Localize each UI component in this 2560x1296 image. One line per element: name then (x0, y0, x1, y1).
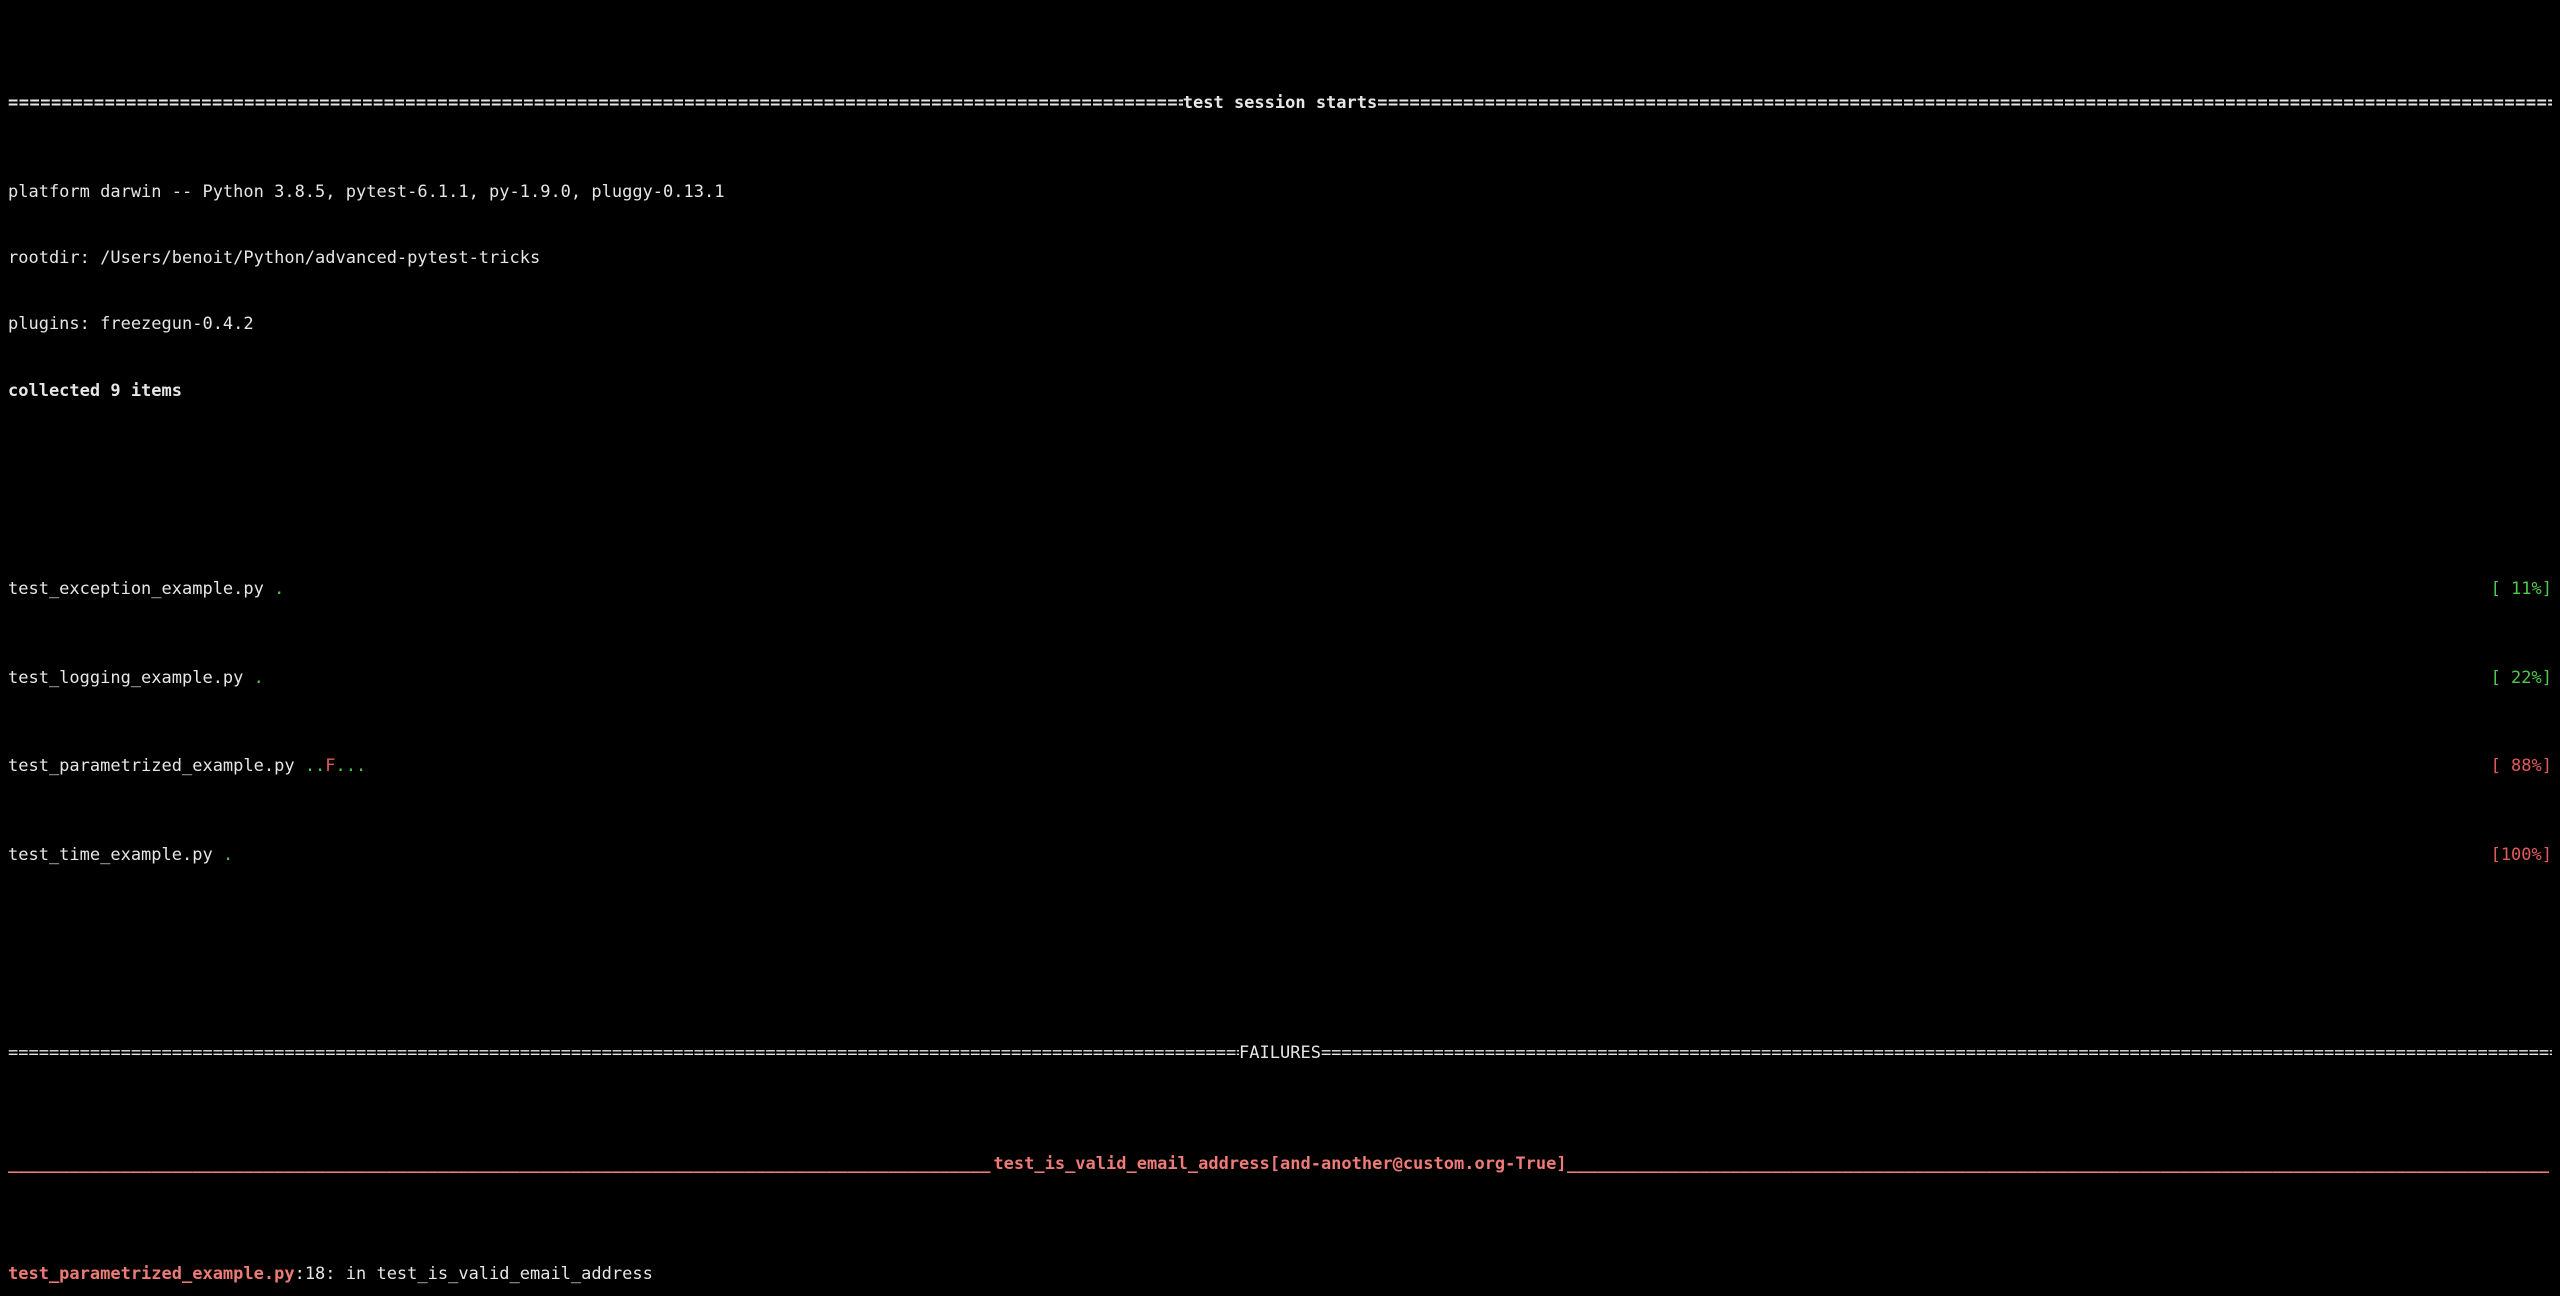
section-session-start: ========================================… (8, 92, 2552, 114)
failure-test-name: test_is_valid_email_address[and-another@… (993, 1153, 1566, 1175)
dots-pass: .. (305, 756, 325, 776)
dots-fail: F (325, 756, 335, 776)
dots-pass: . (223, 845, 233, 865)
dots-pass: . (254, 668, 264, 688)
traceback-location: test_parametrized_example.py:18: in test… (8, 1263, 2552, 1285)
test-file-name: test_parametrized_example.py (8, 756, 305, 776)
test-file-row: test_parametrized_example.py ..F... [ 88… (8, 755, 2552, 777)
terminal-output: ========================================… (0, 0, 2560, 1296)
dots-pass: . (274, 579, 284, 599)
rule-left: ========================================… (8, 92, 1183, 114)
progress-pct: [ 22%] (2483, 667, 2552, 689)
rule-right: ________________________________________… (1567, 1153, 2552, 1175)
blank-line (8, 468, 2552, 490)
test-file-row: test_exception_example.py . [ 11%] (8, 578, 2552, 600)
progress-pct: [ 88%] (2483, 755, 2552, 777)
test-file-name: test_exception_example.py (8, 579, 274, 599)
progress-pct: [100%] (2483, 844, 2552, 866)
blank-line (8, 932, 2552, 954)
rule-left: ________________________________________… (8, 1153, 993, 1175)
dots-tail: ... (336, 756, 367, 776)
rule-right: ========================================… (1377, 92, 2552, 114)
collected-line: collected 9 items (8, 380, 2552, 402)
tb-rest: :18: in test_is_valid_email_address (295, 1264, 653, 1284)
plugins-line: plugins: freezegun-0.4.2 (8, 313, 2552, 335)
section-title: test session starts (1183, 92, 1377, 114)
section-failures: ========================================… (8, 1042, 2552, 1064)
test-file-row: test_time_example.py . [100%] (8, 844, 2552, 866)
tb-file: test_parametrized_example.py (8, 1264, 295, 1284)
platform-line: platform darwin -- Python 3.8.5, pytest-… (8, 181, 2552, 203)
failure-title-line: ________________________________________… (8, 1153, 2552, 1175)
test-file-row: test_logging_example.py . [ 22%] (8, 667, 2552, 689)
progress-pct: [ 11%] (2483, 578, 2552, 600)
section-title: FAILURES (1239, 1042, 1321, 1064)
test-file-name: test_logging_example.py (8, 668, 254, 688)
rule-right: ========================================… (1321, 1042, 2552, 1064)
rootdir-line: rootdir: /Users/benoit/Python/advanced-p… (8, 247, 2552, 269)
test-file-name: test_time_example.py (8, 845, 223, 865)
rule-left: ========================================… (8, 1042, 1239, 1064)
